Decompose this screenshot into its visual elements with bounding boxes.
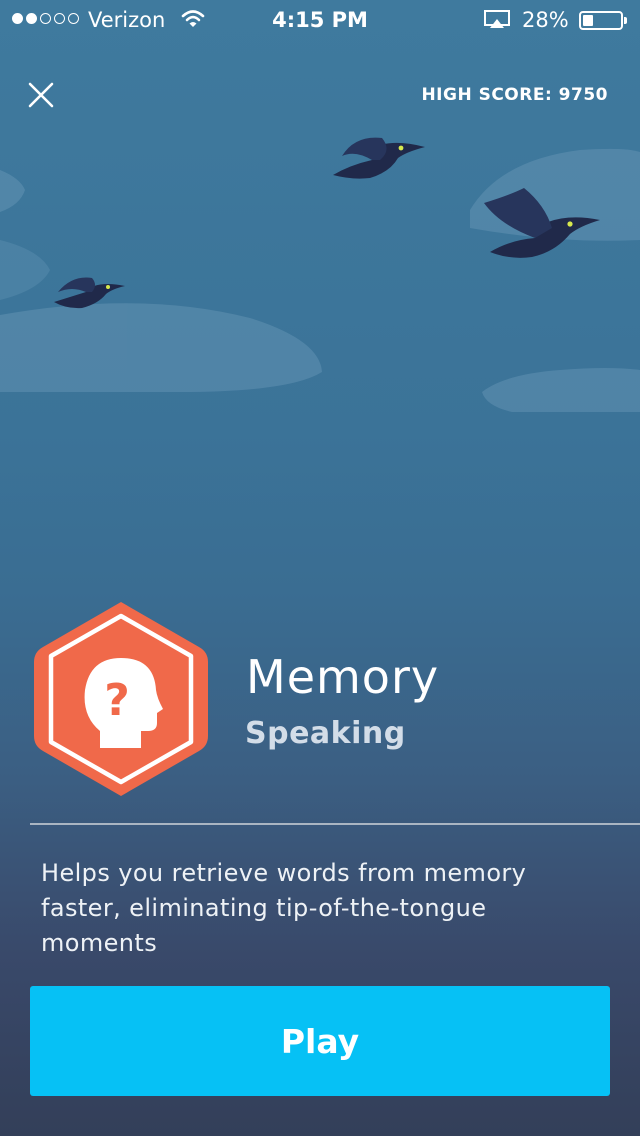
svg-text:?: ? [104,675,130,726]
clouds [0,148,640,412]
bird-icon [333,137,425,179]
high-score-label: HIGH SCORE: 9750 [421,85,608,105]
game-description: Helps you retrieve words from memory fas… [41,859,527,957]
close-icon [28,82,54,108]
brain-question-icon: ? [34,602,208,796]
divider [30,823,640,825]
game-title: Memory [246,650,440,704]
game-category: Speaking [245,716,406,751]
close-button[interactable] [24,78,58,112]
play-button[interactable]: Play [30,986,610,1096]
